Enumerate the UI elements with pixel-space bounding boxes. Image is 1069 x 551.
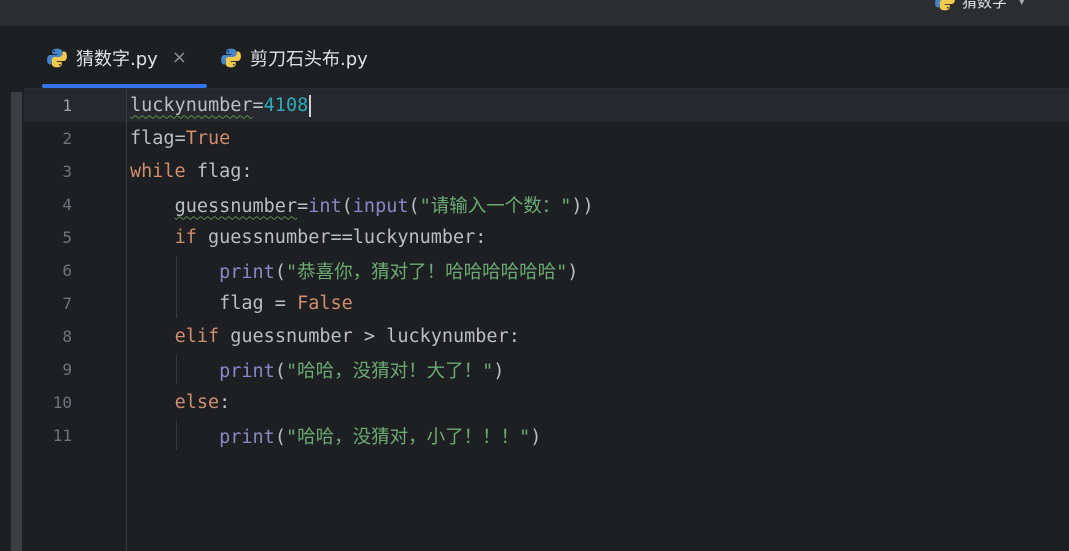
code-token: True xyxy=(185,128,231,149)
code-line[interactable]: 10 else: xyxy=(24,386,1069,419)
code-token: else xyxy=(174,392,220,413)
code-token: False xyxy=(297,293,353,314)
line-number: 3 xyxy=(62,162,72,181)
code-token: int xyxy=(308,195,342,217)
code-token: print xyxy=(219,426,275,448)
code-token: ( xyxy=(274,261,286,283)
code-token: guessnumber > luckynumber: xyxy=(219,326,520,347)
tab-guess-number[interactable]: 猜数字.py × xyxy=(42,27,207,88)
run-configuration-selector[interactable]: 猜数字 ▾ xyxy=(934,0,1025,11)
run-configuration-label: 猜数字 xyxy=(962,0,1008,11)
code-token: guessnumber==luckynumber: xyxy=(196,227,487,248)
code-text: print("哈哈，没猜对，小了！！！") xyxy=(130,423,541,449)
code-token: print xyxy=(219,360,275,382)
line-number: 7 xyxy=(62,294,72,313)
code-token: ) xyxy=(530,426,542,448)
code-token: = xyxy=(174,128,186,149)
indent-guide xyxy=(176,256,177,318)
code-token: ( xyxy=(408,195,420,217)
title-bar: 猜数字 ▾ xyxy=(0,0,1069,27)
editor-tab-bar: 猜数字.py × 剪刀石头布.py xyxy=(24,27,1069,89)
code-line[interactable]: 3 while flag: xyxy=(24,155,1069,188)
indent-guide xyxy=(176,355,177,384)
code-token: flag xyxy=(130,128,175,149)
code-line[interactable]: 6 print("恭喜你，猜对了！哈哈哈哈哈哈") xyxy=(24,254,1069,287)
code-token: ) xyxy=(567,261,579,283)
code-line[interactable]: 11 print("哈哈，没猜对，小了！！！") xyxy=(24,419,1069,452)
code-token: "哈哈，没猜对！大了！" xyxy=(285,360,494,382)
code-token: "恭喜你，猜对了！哈哈哈哈哈哈" xyxy=(285,261,568,283)
code-token: )) xyxy=(571,195,594,217)
indent-guide xyxy=(176,421,177,450)
code-token: flag = xyxy=(130,293,298,314)
code-token: ( xyxy=(274,426,286,448)
code-text: print("哈哈，没猜对！大了！") xyxy=(130,357,504,383)
code-token: 4108 xyxy=(263,94,309,116)
code-token: if xyxy=(174,227,197,248)
code-text: flag = False xyxy=(130,293,353,314)
code-line[interactable]: 2 flag=True xyxy=(24,122,1069,155)
code-text: elif guessnumber > luckynumber: xyxy=(130,326,520,347)
code-text: else: xyxy=(130,392,231,413)
code-token: ( xyxy=(274,360,286,382)
code-line[interactable]: 4 guessnumber=int(input("请输入一个数：")) xyxy=(24,188,1069,221)
code-token: ( xyxy=(341,195,353,217)
code-line[interactable]: 8 elif guessnumber > luckynumber: xyxy=(24,320,1069,353)
code-token: print xyxy=(219,261,275,283)
code-token: = xyxy=(252,94,264,116)
python-file-icon xyxy=(46,47,68,69)
code-line[interactable]: 7 flag = False xyxy=(24,287,1069,320)
line-number: 5 xyxy=(62,228,72,247)
code-token: elif xyxy=(174,326,220,347)
code-token: : xyxy=(219,392,231,413)
line-number: 10 xyxy=(52,393,72,412)
line-number: 4 xyxy=(62,195,72,214)
code-text: while flag: xyxy=(130,161,253,182)
tab-label: 剪刀石头布.py xyxy=(250,48,368,70)
close-icon[interactable]: × xyxy=(172,47,187,68)
line-number: 1 xyxy=(62,96,72,115)
code-token: "哈哈，没猜对，小了！！！" xyxy=(285,426,531,448)
code-token: luckynumber xyxy=(130,94,253,116)
tab-rock-paper-scissors[interactable]: 剪刀石头布.py xyxy=(220,27,368,88)
line-number: 11 xyxy=(52,426,72,445)
code-token: ) xyxy=(493,360,505,382)
code-text: flag=True xyxy=(130,128,230,149)
code-token: guessnumber xyxy=(174,195,298,217)
python-file-icon xyxy=(220,47,242,69)
left-scroll-marker xyxy=(11,92,22,551)
code-token: = xyxy=(297,195,309,217)
code-text: if guessnumber==luckynumber: xyxy=(130,227,487,248)
python-icon xyxy=(934,0,956,12)
line-number: 2 xyxy=(62,129,72,148)
code-token: flag: xyxy=(185,161,253,182)
code-line[interactable]: 5 if guessnumber==luckynumber: xyxy=(24,221,1069,254)
line-number: 6 xyxy=(62,261,72,280)
code-text: guessnumber=int(input("请输入一个数：")) xyxy=(130,192,594,218)
code-editor[interactable]: 1 luckynumber=4108 2 flag=True 3 while flag: 4… xyxy=(24,89,1069,551)
code-line[interactable]: 1 luckynumber=4108 xyxy=(24,89,1069,122)
code-text: print("恭喜你，猜对了！哈哈哈哈哈哈") xyxy=(130,258,578,284)
code-token: input xyxy=(352,195,409,217)
chevron-down-icon: ▾ xyxy=(1019,0,1025,8)
tab-label: 猜数字.py xyxy=(76,48,158,70)
code-token: "请输入一个数：" xyxy=(419,195,572,217)
text-caret xyxy=(309,94,312,117)
code-text: luckynumber=4108 xyxy=(130,94,312,117)
code-line[interactable]: 9 print("哈哈，没猜对！大了！") xyxy=(24,353,1069,386)
code-token: while xyxy=(130,161,186,182)
line-number: 9 xyxy=(62,360,72,379)
line-number: 8 xyxy=(62,327,72,346)
